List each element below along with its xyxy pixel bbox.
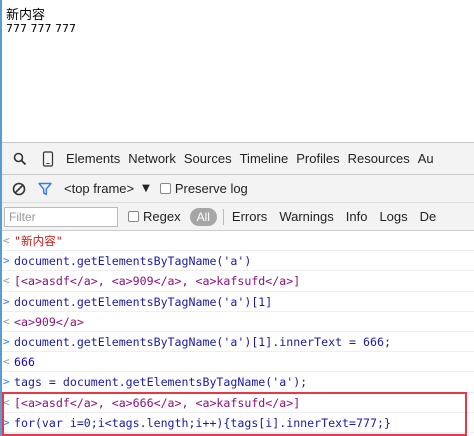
- tab-profiles[interactable]: Profiles: [296, 151, 339, 166]
- level-warnings-button[interactable]: Warnings: [279, 209, 333, 224]
- tab-resources[interactable]: Resources: [348, 151, 410, 166]
- regex-checkbox[interactable]: [128, 211, 139, 222]
- tab-network[interactable]: Network: [128, 151, 176, 166]
- devtools-panel: Elements Network Sources Timeline Profil…: [2, 142, 474, 436]
- level-divider: [222, 208, 224, 225]
- console-input-text: document.getElementsByTagName('a'): [14, 254, 252, 269]
- prompt-arrow-icon: >: [3, 294, 10, 308]
- device-mode-icon[interactable]: [38, 149, 58, 169]
- result-arrow-icon: <: [3, 234, 10, 247]
- console-result-text: "新内容": [14, 234, 63, 248]
- page-text-line-1: 新内容: [6, 8, 46, 23]
- frame-selector[interactable]: <top frame>: [64, 181, 134, 196]
- devtools-tab-bar: Elements Network Sources Timeline Profil…: [2, 143, 474, 175]
- result-arrow-icon: <: [3, 395, 10, 409]
- filter-input[interactable]: [4, 206, 118, 227]
- page-text-line-2: 777 777 777: [6, 22, 76, 35]
- tab-elements[interactable]: Elements: [66, 151, 120, 166]
- prompt-arrow-icon: >: [3, 375, 10, 389]
- chevron-down-icon[interactable]: ▼: [142, 183, 150, 194]
- console-result-row: < "新内容": [2, 231, 474, 252]
- result-arrow-icon: <: [3, 274, 10, 288]
- console-result-row: < 666: [2, 352, 474, 373]
- console-input-row: > document.getElementsByTagName('a'): [2, 251, 474, 272]
- search-icon[interactable]: [10, 149, 30, 169]
- console-input-row: > tags = document.getElementsByTagName('…: [2, 372, 474, 393]
- console-result-row: < <a>909</a>: [2, 312, 474, 332]
- preserve-log-checkbox[interactable]: [159, 183, 171, 194]
- filter-icon[interactable]: [36, 180, 54, 198]
- tab-audits[interactable]: Au: [418, 151, 434, 166]
- console-result-row: < [<a>asdf</a>, <a>909</a>, <a>kafsufd</…: [2, 271, 474, 292]
- regex-label: Regex: [143, 209, 181, 224]
- console-input-text: document.getElementsByTagName('a')[1]: [14, 294, 273, 309]
- level-logs-button[interactable]: Logs: [379, 209, 407, 224]
- preserve-log-label: Preserve log: [174, 181, 248, 196]
- level-errors-button[interactable]: Errors: [232, 209, 267, 224]
- console-output: < "新内容" > document.getElementsByTagName(…: [2, 231, 474, 436]
- console-input-text: document.getElementsByTagName('a')[1].in…: [14, 334, 391, 349]
- clear-console-icon[interactable]: [10, 180, 28, 198]
- console-result-text[interactable]: [<a>asdf</a>, <a>909</a>, <a>kafsufd</a>…: [14, 274, 300, 288]
- result-arrow-icon: <: [3, 314, 10, 328]
- console-result-row: < [<a>asdf</a>, <a>666</a>, <a>kafsufd</…: [2, 393, 474, 413]
- prompt-arrow-icon: >: [3, 415, 10, 429]
- console-input-row: > document.getElementsByTagName('a')[1]: [2, 292, 474, 312]
- level-debug-button[interactable]: De: [420, 209, 437, 224]
- prompt-arrow-icon: >: [3, 334, 10, 348]
- console-result-text[interactable]: <a>909</a>: [14, 315, 84, 329]
- prompt-arrow-icon: >: [3, 254, 10, 268]
- level-all-button[interactable]: All: [189, 207, 217, 226]
- page-content: 新内容 777 777 777: [6, 8, 76, 35]
- level-info-button[interactable]: Info: [346, 209, 368, 224]
- console-result-text[interactable]: [<a>asdf</a>, <a>666</a>, <a>kafsufd</a>…: [14, 396, 300, 410]
- tab-timeline[interactable]: Timeline: [240, 151, 289, 166]
- console-input-row: > document.getElementsByTagName('a')[1].…: [2, 332, 474, 353]
- console-toolbar: <top frame> ▼ Preserve log: [2, 175, 474, 203]
- tab-sources[interactable]: Sources: [184, 151, 232, 166]
- filter-bar: Regex All Errors Warnings Info Logs De: [2, 203, 474, 231]
- console-input-text: tags = document.getElementsByTagName('a'…: [14, 375, 308, 390]
- result-arrow-icon: <: [3, 355, 10, 369]
- console-result-text: 666: [14, 355, 35, 370]
- console-input-row: > for(var i=0;i<tags.length;i++){tags[i]…: [2, 413, 474, 433]
- console-input-text: for(var i=0;i<tags.length;i++){tags[i].i…: [14, 415, 391, 430]
